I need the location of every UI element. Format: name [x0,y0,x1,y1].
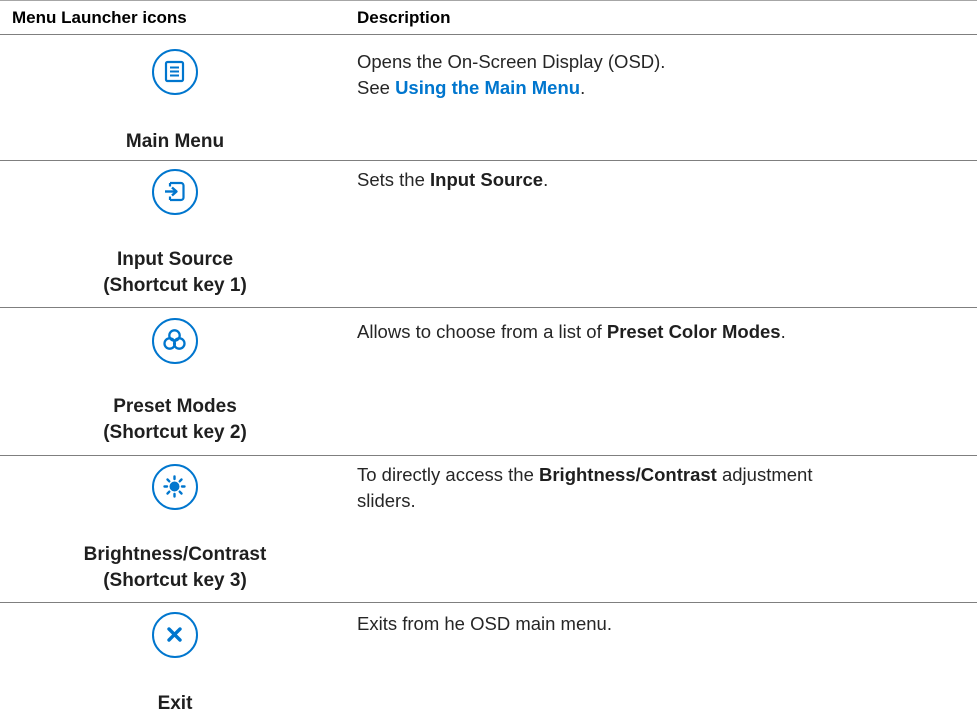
row-caption-shortcut: (Shortcut key 3) [103,570,247,591]
header-description: Description [357,8,451,27]
desc-text: See [357,77,396,98]
close-icon[interactable] [152,612,198,658]
table-row: Exit Exits from he OSD main menu. [0,603,977,724]
table-row: Input Source (Shortcut key 1) Sets the I… [0,161,977,307]
desc-text: Sets the [357,169,431,190]
row-description: To directly access the Brightness/Contra… [357,462,857,514]
desc-text: Allows to choose from a list of [357,321,607,342]
row-caption: Exit [157,693,193,714]
desc-bold: Input Source [430,169,544,190]
using-main-menu-link[interactable]: Using the Main Menu [395,77,580,98]
header-icons: Menu Launcher icons [12,8,187,27]
desc-text: To directly access the [357,464,539,485]
desc-bold: Preset Color Modes [606,321,781,342]
desc-text: . [543,169,549,190]
desc-line: Opens the On-Screen Display (OSD). [357,51,666,72]
desc-bold: Brightness/Contrast [539,464,717,485]
menu-list-icon[interactable] [152,49,198,95]
row-description: Allows to choose from a list of Preset C… [357,319,967,345]
table-top-rule [0,0,977,1]
row-description: Sets the Input Source. [357,167,967,193]
preset-modes-icon[interactable] [152,318,198,364]
desc-text: . [780,321,786,342]
row-caption: Main Menu [125,131,225,152]
row-caption-shortcut: (Shortcut key 2) [103,422,247,443]
desc-text: . [580,77,586,98]
brightness-icon[interactable] [152,464,198,510]
row-caption: Input Source [116,249,234,270]
desc-line: See Using the Main Menu. [357,75,967,101]
row-description: Opens the On-Screen Display (OSD). See U… [357,49,967,101]
row-caption-shortcut: (Shortcut key 1) [103,275,247,296]
row-description: Exits from he OSD main menu. [357,613,612,634]
row-caption: Preset Modes [113,396,237,417]
table-row: Main Menu Opens the On-Screen Display (O… [0,35,977,160]
table-row: Brightness/Contrast (Shortcut key 3) To … [0,456,977,602]
row-caption: Brightness/Contrast [83,544,267,565]
input-source-icon[interactable] [152,169,198,215]
table-row: Preset Modes (Shortcut key 2) Allows to … [0,308,977,455]
